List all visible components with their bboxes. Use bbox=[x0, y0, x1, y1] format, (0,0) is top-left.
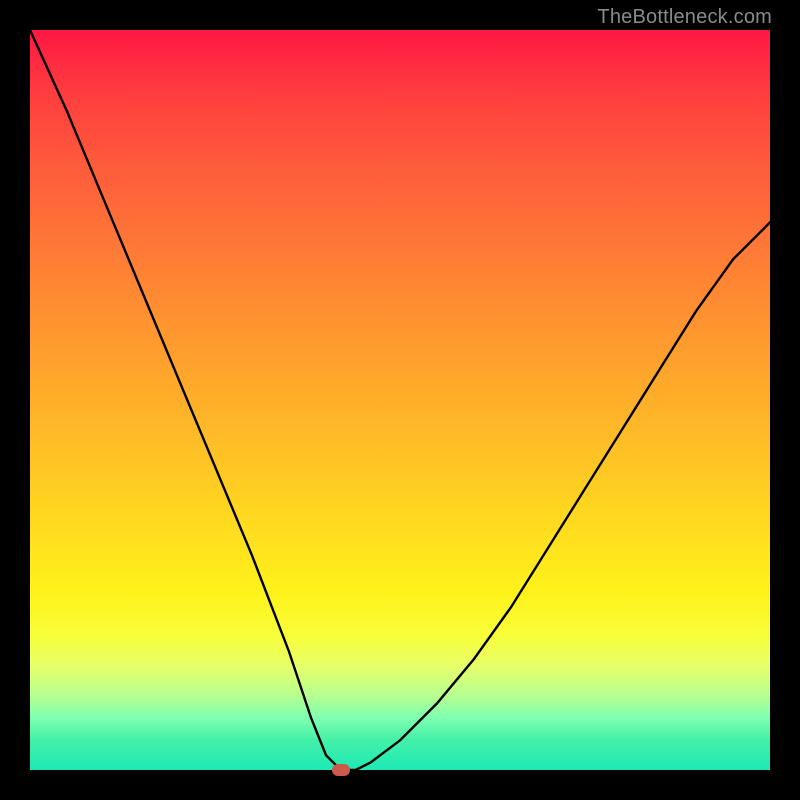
bottleneck-curve-path bbox=[30, 30, 770, 770]
optimum-marker bbox=[332, 764, 350, 776]
plot-area bbox=[30, 30, 770, 770]
watermark-text: TheBottleneck.com bbox=[597, 6, 772, 29]
chart-frame: TheBottleneck.com bbox=[0, 0, 800, 800]
curve-svg bbox=[30, 30, 770, 770]
